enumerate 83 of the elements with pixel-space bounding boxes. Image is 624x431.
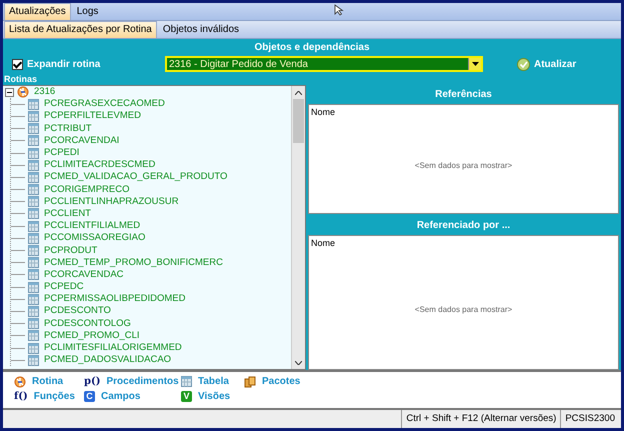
tab[interactable]: Logs bbox=[72, 3, 104, 20]
table-icon bbox=[28, 269, 39, 280]
tree-item[interactable]: PCPRODUT bbox=[42, 244, 98, 257]
dropdown-arrow-icon bbox=[472, 62, 478, 66]
expand-checkbox[interactable]: Expandir rotina bbox=[12, 58, 165, 70]
tab[interactable]: Objetos inválidos bbox=[158, 21, 244, 38]
table-icon bbox=[28, 232, 39, 244]
collapse-icon[interactable] bbox=[5, 88, 14, 97]
legend-label: Tabela bbox=[198, 376, 229, 387]
tree-item[interactable]: PCMED_TEMP_PROMO_BONIFICMERC bbox=[42, 256, 223, 269]
scroll-up-icon bbox=[295, 90, 302, 94]
tree-item[interactable]: PCMED_PROMO_CLI bbox=[42, 330, 140, 342]
legend-label: Rotina bbox=[32, 376, 64, 387]
table-icon bbox=[28, 282, 39, 293]
routine-dropdown[interactable]: 2316 - Digitar Pedido de Venda bbox=[165, 56, 483, 72]
tree-label: Rotinas bbox=[3, 74, 38, 85]
letter-icon: V bbox=[181, 391, 192, 402]
table-icon bbox=[28, 330, 39, 342]
table-icon bbox=[28, 220, 39, 232]
tree-item[interactable]: PCPERFILTELEVMED bbox=[42, 110, 141, 122]
tree-item[interactable]: PCPERMISSAOLIBPEDIDOMED bbox=[42, 293, 186, 306]
table-icon bbox=[28, 354, 39, 366]
table-icon bbox=[28, 294, 39, 305]
table-icon bbox=[28, 160, 39, 171]
table-icon bbox=[28, 257, 39, 268]
tree-item[interactable]: PCDESCONTO bbox=[42, 305, 111, 318]
table-icon bbox=[28, 135, 39, 146]
column-header: Nome bbox=[310, 106, 336, 119]
function-icon: f() bbox=[14, 391, 28, 402]
tree-item[interactable]: PCLIMITEACRDESCMED bbox=[42, 159, 156, 172]
tree-item[interactable]: PCPEDI bbox=[42, 147, 80, 160]
legend-label: Visões bbox=[198, 391, 230, 402]
tab[interactable]: Lista de Atualizações por Rotina bbox=[4, 21, 157, 38]
section-title: Objetos e dependências bbox=[253, 41, 371, 54]
table-icon bbox=[28, 123, 39, 134]
legend-label: Funções bbox=[34, 391, 75, 402]
tree-item[interactable]: PCREGRASEXCECAOMED bbox=[42, 98, 165, 110]
table-icon bbox=[28, 98, 39, 110]
tab[interactable]: Atualizações bbox=[4, 3, 71, 20]
tree-item[interactable]: PCPEDC bbox=[42, 281, 84, 294]
table-icon bbox=[28, 172, 39, 183]
table-icon bbox=[28, 148, 39, 159]
legend-label: Pacotes bbox=[262, 376, 300, 387]
cursor-icon bbox=[334, 4, 346, 16]
boxes-icon bbox=[244, 376, 256, 388]
tree-item[interactable]: PCCLIENTFILIALMED bbox=[42, 220, 140, 232]
status-text: Ctrl + Shift + F12 (Alternar versões) bbox=[401, 410, 560, 428]
column-header: Nome bbox=[310, 236, 336, 250]
table-icon bbox=[28, 208, 39, 220]
legend-label: Procedimentos bbox=[106, 376, 179, 387]
tree-item[interactable]: PCDESCONTOLOG bbox=[42, 318, 131, 330]
letter-icon: C bbox=[84, 391, 95, 402]
tree-item[interactable]: PCMED_VALIDACAO_GERAL_PRODUTO bbox=[42, 171, 228, 184]
table-icon bbox=[28, 245, 39, 256]
routine-icon bbox=[17, 86, 29, 98]
tree-item[interactable]: PCORCAVENDAI bbox=[42, 134, 120, 147]
tree-item[interactable]: PCLIMITESFILIALORIGEMMED bbox=[42, 342, 182, 354]
table-icon bbox=[181, 376, 192, 387]
table-icon bbox=[28, 342, 39, 354]
table-icon bbox=[28, 306, 39, 317]
empty-message: <Sem dados para mostrar> bbox=[414, 160, 514, 172]
tree-item[interactable]: 2316 bbox=[32, 86, 56, 98]
check-icon bbox=[517, 58, 530, 70]
tree-item[interactable]: PCCOMISSAOREGIAO bbox=[42, 232, 146, 244]
legend-label: Campos bbox=[101, 391, 140, 402]
table-icon bbox=[28, 196, 39, 208]
table-icon bbox=[28, 110, 39, 122]
scroll-down-icon bbox=[295, 360, 302, 364]
refresh-button[interactable]: Atualizar bbox=[517, 58, 576, 70]
function-icon: p() bbox=[84, 376, 100, 387]
status-text: PCSIS2300 bbox=[560, 410, 621, 428]
tree-item[interactable]: PCCLIENTLINHAPRAZOUSUR bbox=[42, 196, 179, 208]
tree-item[interactable]: PCCLIENT bbox=[42, 208, 91, 220]
tree-item[interactable]: PCMED_DADOSVALIDACAO bbox=[42, 354, 172, 366]
empty-message: <Sem dados para mostrar> bbox=[414, 304, 514, 316]
tree-item[interactable]: PCTRIBUT bbox=[42, 122, 92, 135]
table-icon bbox=[28, 318, 39, 330]
routine-icon bbox=[14, 376, 26, 388]
table-icon bbox=[28, 184, 39, 196]
tree-item[interactable]: PCORIGEMPRECO bbox=[42, 184, 130, 196]
scroll-thumb[interactable] bbox=[293, 99, 304, 143]
tree-item[interactable]: PCORCAVENDAC bbox=[42, 268, 124, 281]
scrollbar[interactable] bbox=[291, 86, 305, 369]
